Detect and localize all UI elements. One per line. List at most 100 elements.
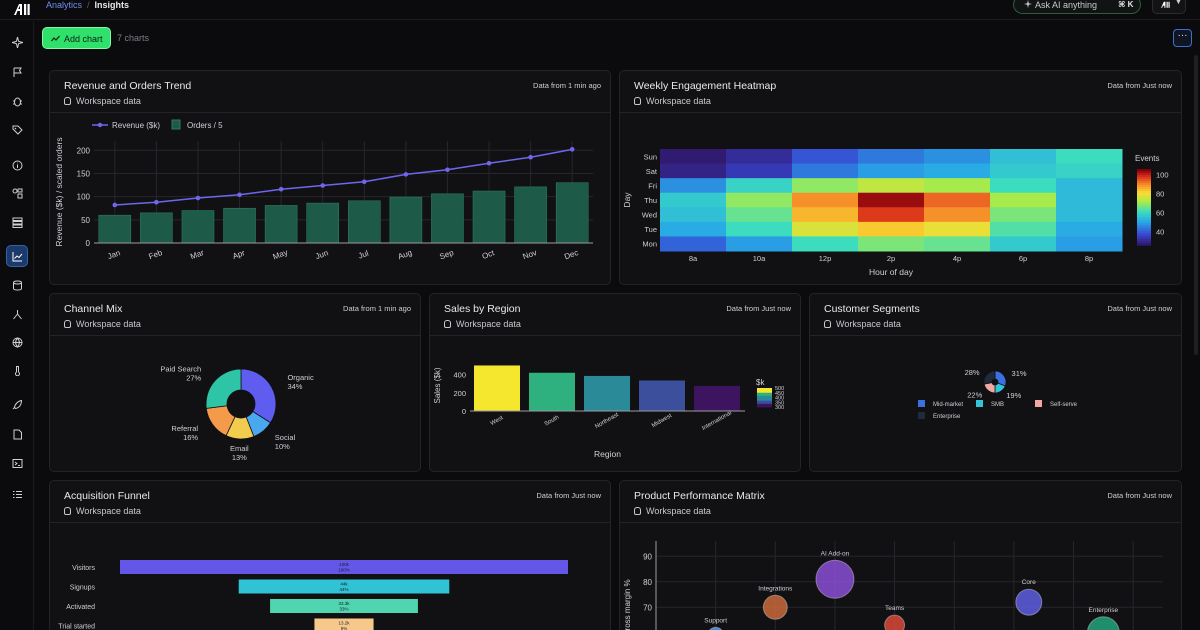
card-source: Workspace data [634,506,711,516]
colorbar-tick-label: 80 [1156,190,1164,199]
slice-value: 28% [965,368,980,377]
x-tick-label: Sep [438,248,455,262]
sidebar-item-file[interactable] [6,423,28,445]
sidebar-item-network[interactable] [6,303,28,325]
revenue-point [237,192,242,198]
sales-by-region-chart[interactable]: 0 200 400 West South Northeast Midwest Internat… [430,336,801,472]
app-logo[interactable] [12,2,34,16]
heatmap-cell [1056,207,1123,223]
slice-value: 10% [275,442,290,451]
add-chart-button[interactable]: Add chart [42,27,111,49]
y-axis-label: Day [622,192,632,208]
x-tick-label: 8p [1085,254,1093,263]
y-tick-label: 200 [77,146,91,155]
sidebar-item-flag[interactable] [6,61,28,83]
add-chart-label: Add chart [64,34,103,44]
sidebar-item-thermometer[interactable] [6,359,28,381]
sidebar-item-bug[interactable] [6,90,28,112]
x-tick-label: Jun [314,248,329,261]
x-tick-label: Jul [357,249,370,261]
orders-bar [472,190,506,244]
slice-label: Referral [171,424,198,433]
customer-segments-chart[interactable]: 31% 19% 22% 28% Mid-market SMB Self-serve Enter… [810,336,1182,472]
customer-segments-card[interactable]: Customer Segments Workspace data Data fr… [809,293,1182,472]
bubble-label: Enterprise [1089,607,1119,614]
card-source-label: Workspace data [76,319,141,329]
sales-by-region-card[interactable]: Sales by Region Workspace data Data from… [429,293,801,472]
legend-label: Mid-market [933,402,963,408]
revenue-point [195,195,201,201]
heatmap-cell [990,192,1057,208]
card-title: Channel Mix [64,303,123,315]
orders-bar [347,200,381,244]
channel-mix-chart[interactable]: Organic34% Social10% Email13% Referral16% Pa… [50,336,421,472]
acquisition-funnel-card[interactable]: Acquisition Funnel Workspace data Data f… [49,480,611,630]
chart-line-icon [51,35,60,42]
layers-icon [12,217,22,228]
card-freshness: Data from Just now [536,491,601,500]
orders-bar [306,202,340,244]
legend-swatch [918,400,925,407]
product-matrix-chart[interactable]: 60708090SupportIntegrationsAI Add-onTeam… [620,523,1182,630]
engagement-heatmap-chart[interactable]: Sun Sat Fri Thu Wed Tue Mon 8a 10a 12p 2p 4p 6p 8p Hou… [620,113,1182,285]
tag-icon [12,125,23,135]
sidebar-item-chart-line[interactable] [6,245,28,267]
card-freshness: Data from Just now [1107,491,1172,500]
bug-icon [12,97,22,106]
sidebar-item-layers[interactable] [6,211,28,233]
sidebar-item-globe[interactable] [6,331,28,353]
card-title: Customer Segments [824,303,920,315]
orders-bar [431,193,464,244]
heatmap-cell [990,221,1057,237]
card-freshness: Data from Just now [726,304,791,313]
colorbar-segment [757,405,772,408]
card-source-label: Workspace data [836,319,901,329]
heatmap-cell [858,236,925,252]
acquisition-funnel-chart[interactable]: Visitors 100k100% Signups 44k44% Activated 33… [50,523,611,630]
ask-ai-button[interactable]: Ask AI anything ⌘ K [1013,0,1141,14]
card-title: Revenue and Orders Trend [64,80,192,92]
card-source-label: Workspace data [456,319,521,329]
matrix-bubble [1087,616,1120,630]
revenue-orders-card[interactable]: Revenue and Orders Trend Workspace data … [49,70,611,285]
bubble-label: Integrations [758,585,793,592]
x-tick-label: 10a [753,254,766,263]
x-tick-label: 8a [689,254,698,263]
card-source: Workspace data [64,96,141,106]
sidebar-item-shapes[interactable] [6,182,28,204]
bubble-label: Teams [885,605,905,612]
revenue-orders-chart[interactable]: 0 50 100 150 200 Jan Feb Mar Apr May Jun Jul Aug Sep O… [50,113,611,285]
card-source-label: Workspace data [76,96,141,106]
scrollbar[interactable] [1194,55,1198,355]
product-matrix-card[interactable]: Product Performance Matrix Workspace dat… [619,480,1182,630]
sidebar-item-tag[interactable] [6,119,28,141]
slice-value: 27% [186,373,201,382]
database-icon [824,320,831,328]
more-options-button[interactable]: ··· [1173,29,1192,47]
slice-label: Organic [287,373,314,382]
sidebar-item-rocket[interactable] [6,393,28,415]
chart-count: 7 charts [117,33,150,43]
x-tick-label: 12p [819,254,832,263]
slice-label: Paid Search [160,364,201,373]
sidebar-item-database[interactable] [6,274,28,296]
sidebar-item-sparkle[interactable] [6,31,28,53]
shapes-icon [12,188,22,198]
y-tick-label: 70 [643,603,652,612]
breadcrumb-analytics[interactable]: Analytics [46,0,82,10]
orders-bar [389,196,423,244]
sidebar-item-list[interactable] [6,483,28,505]
sidebar-item-terminal[interactable] [6,452,28,474]
engagement-heatmap-card[interactable]: Weekly Engagement Heatmap Workspace data… [619,70,1182,285]
funnel-percent: 44% [339,587,348,592]
sidebar-item-info[interactable] [6,154,28,176]
workspace-switcher[interactable]: ▼ [1152,0,1186,14]
x-tick-label: Aug [397,248,413,261]
y-axis-label: Sales ($k) [433,367,442,403]
heatmap-cell [924,163,991,179]
sparkle-icon [1024,0,1032,8]
legend-revenue-label: Revenue ($k) [112,121,160,130]
y-tick-label: 80 [643,578,652,587]
colorbar-tick-label: 100 [1156,171,1169,180]
channel-mix-card[interactable]: Channel Mix Workspace data Data from 1 m… [49,293,421,472]
